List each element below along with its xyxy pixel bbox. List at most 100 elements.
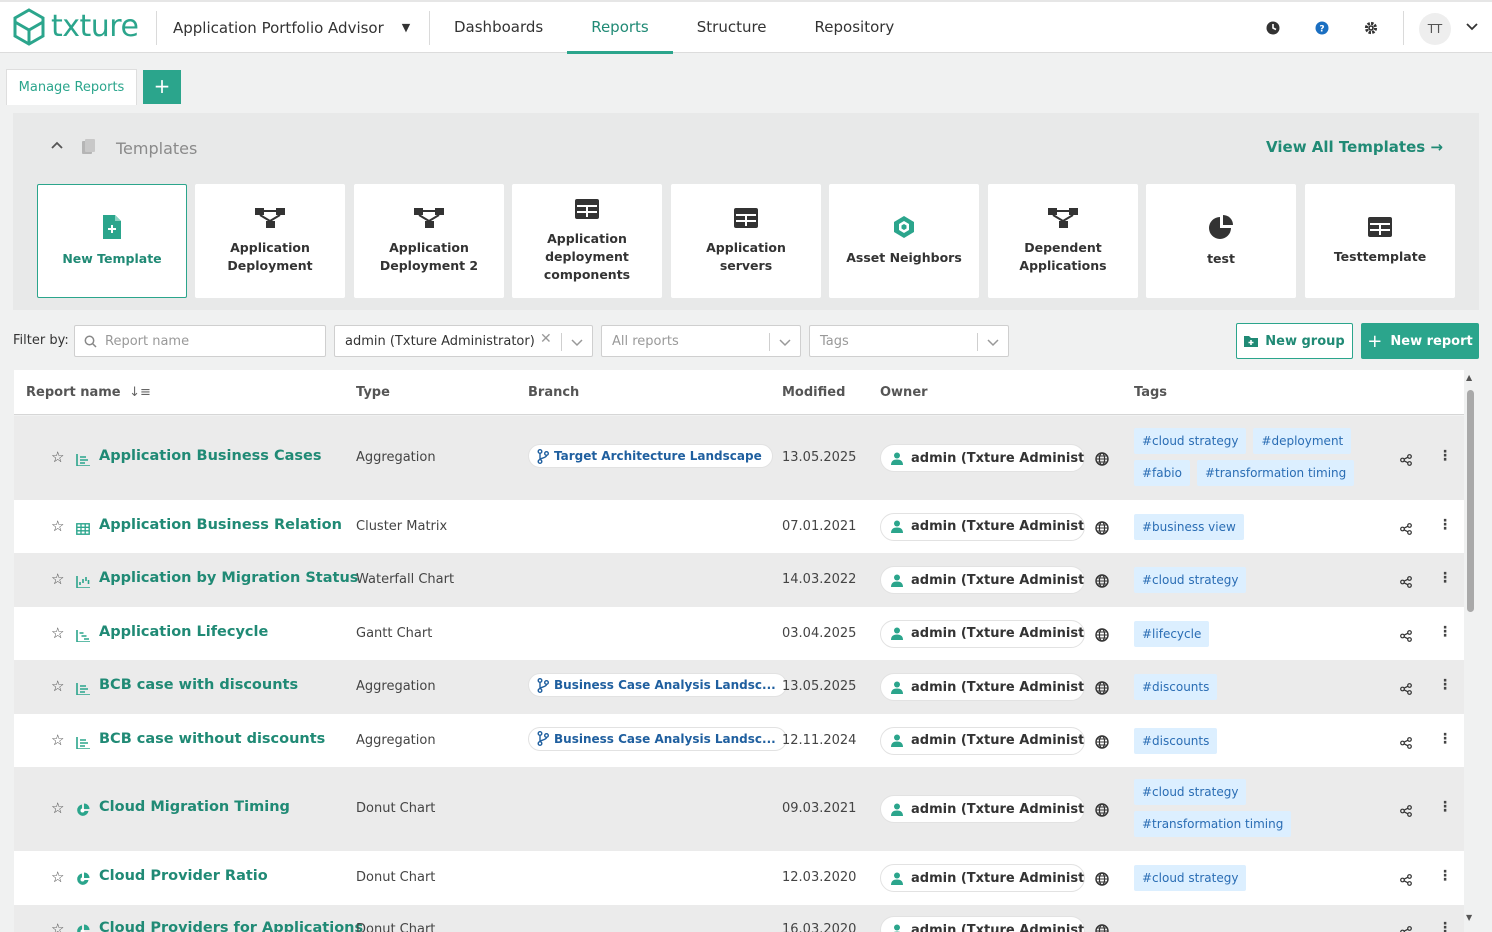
more-options-icon[interactable]: ⋮	[1438, 677, 1452, 693]
report-name-link[interactable]: Cloud Providers for Applications	[99, 920, 363, 932]
branch-badge[interactable]: Business Case Analysis Landsc...	[528, 673, 787, 697]
tab-manage-reports[interactable]: Manage Reports	[6, 69, 137, 105]
more-options-icon[interactable]: ⋮	[1438, 868, 1452, 884]
tag-chip[interactable]: #cloud strategy	[1134, 779, 1247, 805]
more-options-icon[interactable]: ⋮	[1438, 517, 1452, 533]
template-card[interactable]: Asset Neighbors	[829, 184, 979, 298]
template-card[interactable]: Application servers	[671, 184, 821, 298]
scroll-up-icon[interactable]: ▲	[1466, 373, 1472, 382]
more-options-icon[interactable]: ⋮	[1438, 624, 1452, 640]
favorite-star-icon[interactable]: ☆	[51, 448, 64, 466]
globe-icon[interactable]	[1095, 923, 1109, 932]
more-options-icon[interactable]: ⋮	[1438, 731, 1452, 747]
clear-icon[interactable]: ✕	[540, 331, 552, 347]
tag-chip[interactable]: #cloud strategy	[1134, 567, 1247, 593]
tag-chip[interactable]: #discounts	[1134, 674, 1218, 700]
table-row[interactable]: ☆ Application Lifecycle Gantt Chart 03.04.2…	[14, 607, 1464, 660]
column-header-owner[interactable]: Owner	[880, 385, 928, 400]
globe-icon[interactable]	[1095, 871, 1109, 890]
report-name-link[interactable]: Cloud Migration Timing	[99, 799, 290, 815]
column-header-modified[interactable]: Modified	[782, 385, 845, 400]
branch-badge[interactable]: Business Case Analysis Landsc...	[528, 726, 787, 751]
owner-select[interactable]: admin (Txture Administrator) ✕	[334, 325, 593, 357]
template-card[interactable]: Application deployment components	[512, 184, 662, 298]
more-options-icon[interactable]: ⋮	[1438, 799, 1452, 815]
chevron-up-icon[interactable]	[50, 140, 64, 150]
owner-chip[interactable]: admin (Txture Administr...	[880, 795, 1085, 823]
favorite-star-icon[interactable]: ☆	[51, 517, 64, 535]
tag-chip[interactable]: #discounts	[1134, 727, 1218, 754]
report-name-link[interactable]: BCB case without discounts	[99, 731, 325, 747]
nav-dashboards[interactable]: Dashboards	[430, 2, 567, 53]
column-header-branch[interactable]: Branch	[528, 385, 579, 400]
share-icon[interactable]	[1400, 520, 1412, 539]
favorite-star-icon[interactable]: ☆	[51, 677, 64, 695]
report-name-link[interactable]: Cloud Provider Ratio	[99, 868, 268, 884]
settings-icon[interactable]	[1364, 21, 1378, 35]
table-row[interactable]: ☆ BCB case with discounts Aggregation Busin…	[14, 660, 1464, 714]
template-card[interactable]: test	[1146, 184, 1296, 298]
scrollbar-thumb[interactable]	[1467, 390, 1474, 612]
share-icon[interactable]	[1400, 871, 1412, 890]
owner-chip[interactable]: admin (Txture Administr...	[880, 444, 1085, 472]
favorite-star-icon[interactable]: ☆	[51, 570, 64, 588]
tag-chip[interactable]: #transformation timing	[1196, 460, 1355, 486]
report-name-link[interactable]: Application Business Cases	[99, 448, 322, 464]
sort-icon[interactable]: ↓≡	[129, 385, 151, 400]
owner-chip[interactable]: admin (Txture Administr...	[880, 512, 1085, 541]
report-name-link[interactable]: Application Lifecycle	[99, 624, 268, 640]
tag-chip[interactable]: #cloud strategy	[1134, 428, 1247, 454]
branch-badge[interactable]: Target Architecture Landscape	[528, 444, 773, 468]
help-icon[interactable]: ?	[1315, 21, 1329, 35]
user-avatar[interactable]: TT	[1419, 13, 1451, 45]
add-tab-button[interactable]: +	[143, 70, 181, 104]
template-card[interactable]: Testtemplate	[1305, 184, 1455, 298]
tags-select[interactable]: Tags	[809, 325, 1009, 357]
table-row[interactable]: ☆ Cloud Migration Timing Donut Chart 09.03.…	[14, 767, 1464, 851]
report-name-link[interactable]: BCB case with discounts	[99, 677, 298, 693]
scroll-down-icon[interactable]: ▼	[1466, 913, 1472, 922]
table-row[interactable]: ☆ Application Business Cases Aggregation Ta…	[14, 416, 1464, 500]
globe-icon[interactable]	[1095, 451, 1109, 470]
share-icon[interactable]	[1400, 734, 1412, 753]
view-all-templates-link[interactable]: View All Templates →	[1266, 138, 1443, 156]
owner-chip[interactable]: admin (Txture Administr...	[880, 916, 1085, 932]
owner-chip[interactable]: admin (Txture Administr...	[880, 566, 1085, 594]
share-icon[interactable]	[1400, 923, 1412, 932]
favorite-star-icon[interactable]: ☆	[51, 799, 64, 817]
template-card[interactable]: Application Deployment	[195, 184, 345, 298]
table-row[interactable]: ☆ Cloud Provider Ratio Donut Chart 12.03.20…	[14, 851, 1464, 905]
more-options-icon[interactable]: ⋮	[1438, 920, 1452, 932]
share-icon[interactable]	[1400, 802, 1412, 821]
tag-chip[interactable]: #business view	[1134, 513, 1244, 540]
more-options-icon[interactable]: ⋮	[1438, 570, 1452, 586]
favorite-star-icon[interactable]: ☆	[51, 624, 64, 642]
share-icon[interactable]	[1400, 573, 1412, 592]
globe-icon[interactable]	[1095, 734, 1109, 753]
column-header-type[interactable]: Type	[356, 385, 390, 400]
table-row[interactable]: ☆ Cloud Providers for Applications Donut C…	[14, 905, 1464, 932]
table-row[interactable]: ☆ Application by Migration Status Waterfal…	[14, 553, 1464, 607]
favorite-star-icon[interactable]: ☆	[51, 731, 64, 749]
column-header-tags[interactable]: Tags	[1134, 385, 1167, 400]
nav-reports[interactable]: Reports	[567, 2, 673, 54]
share-icon[interactable]	[1400, 627, 1412, 646]
report-name-search-input[interactable]: Report name	[74, 325, 326, 357]
column-header-report-name[interactable]: Report name ↓≡	[26, 385, 151, 400]
tag-chip[interactable]: #lifecycle	[1134, 620, 1210, 647]
report-type-select[interactable]: All reports	[601, 325, 801, 357]
nav-structure[interactable]: Structure	[673, 2, 791, 53]
globe-icon[interactable]	[1095, 802, 1109, 821]
globe-icon[interactable]	[1095, 627, 1109, 646]
template-card-new[interactable]: New Template	[37, 184, 187, 298]
template-card[interactable]: Dependent Applications	[988, 184, 1138, 298]
report-name-link[interactable]: Application Business Relation	[99, 517, 342, 533]
more-options-icon[interactable]: ⋮	[1438, 448, 1452, 464]
new-group-button[interactable]: New group	[1236, 323, 1353, 359]
tag-chip[interactable]: #fabio	[1134, 460, 1190, 486]
chevron-down-icon[interactable]	[1465, 19, 1479, 33]
report-name-link[interactable]: Application by Migration Status	[99, 570, 358, 586]
table-row[interactable]: ☆ BCB case without discounts Aggregation Bu…	[14, 714, 1464, 767]
globe-icon[interactable]	[1095, 680, 1109, 699]
owner-chip[interactable]: admin (Txture Administr...	[880, 726, 1085, 755]
